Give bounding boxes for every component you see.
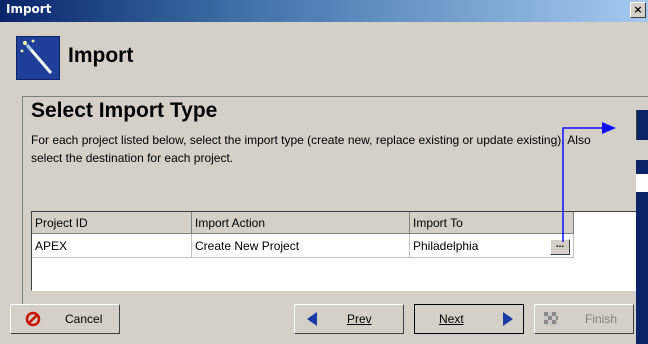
wizard-footer: Cancel Prev Next Finish <box>0 288 640 344</box>
next-button[interactable]: Next <box>414 304 524 334</box>
panel-strip <box>636 140 648 160</box>
arrow-left-icon <box>305 311 319 330</box>
prev-label: Prev <box>347 312 372 326</box>
finish-label: Finish <box>585 312 618 326</box>
checkered-flag-icon <box>543 311 559 330</box>
next-label: Next <box>439 312 464 326</box>
finish-button[interactable]: Finish <box>534 304 634 334</box>
prev-button[interactable]: Prev <box>294 304 404 334</box>
arrow-right-icon <box>501 311 515 330</box>
cancel-icon <box>25 311 41 330</box>
cancel-button[interactable]: Cancel <box>10 304 120 334</box>
panel-item[interactable] <box>636 174 648 192</box>
panel-header <box>636 110 648 140</box>
cancel-label: Cancel <box>65 312 103 326</box>
